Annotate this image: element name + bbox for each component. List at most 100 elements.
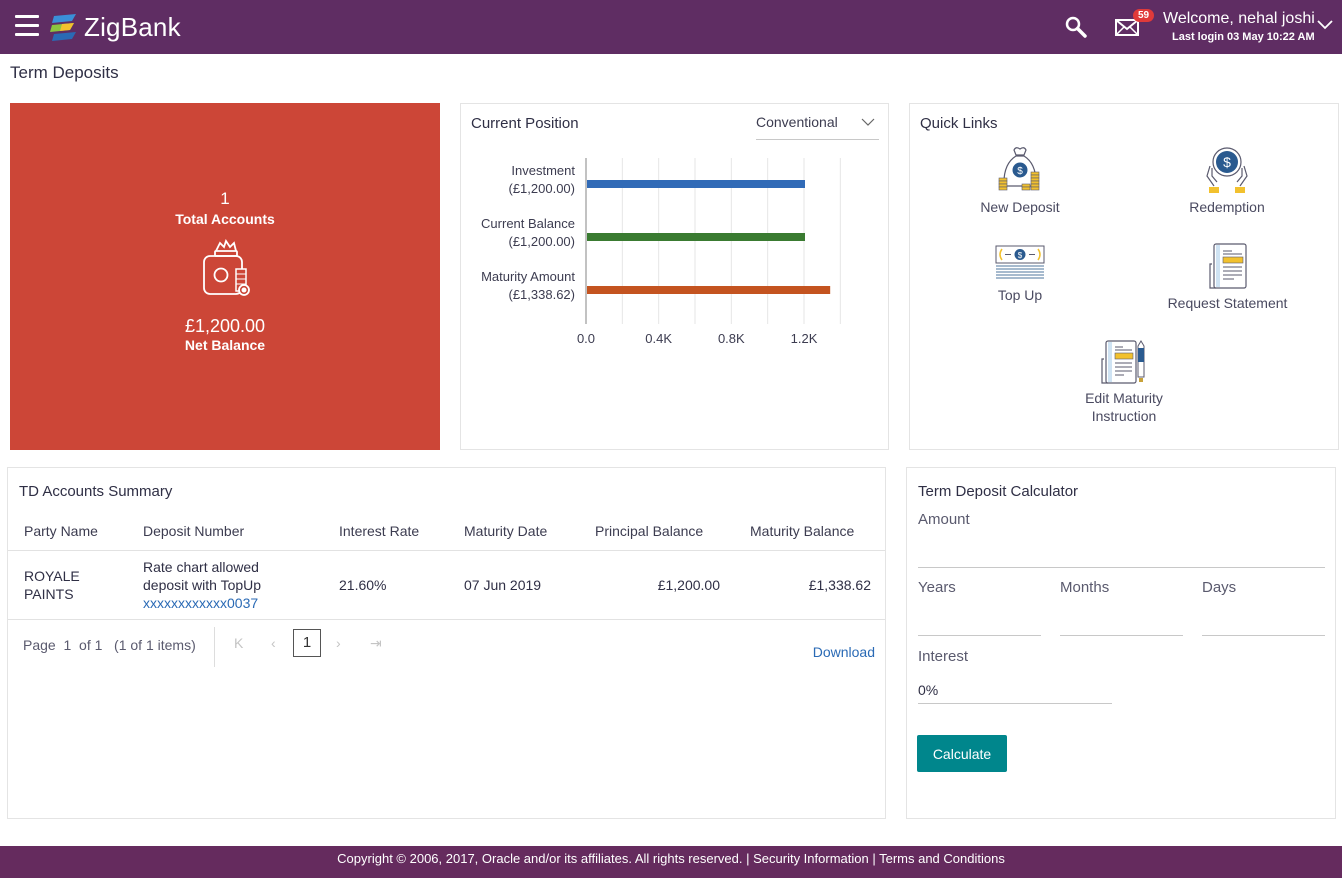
cash-stack-icon: $: [995, 245, 1045, 279]
money-bag-icon: $: [998, 147, 1040, 191]
next-page-icon[interactable]: ›: [336, 635, 341, 651]
chart-category-label: Maturity Amount: [481, 269, 575, 284]
party-name-line1: ROYALE: [24, 567, 80, 584]
quick-link-label: New Deposit: [980, 199, 1060, 215]
first-page-icon[interactable]: K: [234, 635, 243, 651]
party-name-line2: PAINTS: [24, 585, 74, 602]
years-input[interactable]: [918, 608, 1041, 636]
last-page-icon[interactable]: ⇥: [370, 635, 382, 652]
months-label: Months: [1060, 579, 1110, 596]
brand-logo[interactable]: ZigBank: [48, 11, 181, 43]
column-header[interactable]: Deposit Number: [127, 512, 323, 551]
footer-separator: |: [868, 851, 880, 866]
quick-link-top-up[interactable]: $ Top Up: [960, 242, 1080, 304]
party-name-cell: ROYALE PAINTS: [8, 550, 127, 620]
days-input[interactable]: [1202, 608, 1325, 636]
months-input[interactable]: [1060, 608, 1183, 636]
table-row: ROYALE PAINTS Rate chart allowed deposit…: [8, 550, 885, 620]
download-link[interactable]: Download: [813, 644, 875, 660]
maturity-date-cell: 07 Jun 2019: [448, 550, 579, 620]
brand-name: ZigBank: [84, 11, 181, 42]
deposit-number-cell: Rate chart allowed deposit with TopUp xx…: [127, 550, 323, 620]
page-title: Term Deposits: [10, 63, 119, 82]
summary-tile: 1 Total Accounts £1,200.00 Net Balance: [10, 103, 440, 450]
column-header[interactable]: Maturity Date: [448, 512, 579, 551]
calculator-title: Term Deposit Calculator: [918, 483, 1079, 500]
column-header[interactable]: Principal Balance: [579, 512, 734, 551]
td-accounts-table: Party Name Deposit Number Interest Rate …: [8, 512, 885, 620]
edit-document-icon: [1101, 340, 1145, 384]
chart-category-value-label: (£1,200.00): [509, 234, 576, 249]
maturity-balance-cell: £1,338.62: [734, 550, 885, 620]
chart-bar: [587, 180, 805, 188]
deposit-number-link[interactable]: xxxxxxxxxxxx0037: [143, 594, 323, 612]
deposit-product-line2: deposit with TopUp: [143, 576, 262, 593]
total-accounts-label: Total Accounts: [175, 211, 275, 227]
amount-label: Amount: [918, 511, 970, 528]
coin-hands-icon: $: [1206, 147, 1248, 193]
column-header[interactable]: Interest Rate: [323, 512, 448, 551]
previous-page-icon[interactable]: ‹: [271, 635, 276, 651]
chart-bar: [587, 286, 831, 294]
quick-link-edit-maturity-instruction[interactable]: Edit Maturity Instruction: [1064, 339, 1184, 425]
total-accounts-count: 1: [220, 189, 230, 208]
notification-badge[interactable]: 59: [1133, 9, 1155, 22]
chart-category-label: Current Balance: [481, 216, 575, 231]
last-login-text: Last login 03 May 10:22 AM: [1172, 31, 1315, 43]
piggy-jar-icon: [203, 239, 250, 296]
current-page-button[interactable]: 1: [293, 629, 321, 657]
svg-text:$: $: [1018, 251, 1023, 260]
chart-category-value-label: (£1,200.00): [509, 181, 576, 196]
statement-icon: [1208, 243, 1247, 289]
security-information-link[interactable]: Security Information: [753, 851, 869, 866]
copyright-text: Copyright © 2006, 2017, Oracle and/or it…: [337, 851, 754, 866]
interest-label: Interest: [918, 648, 969, 665]
days-label: Days: [1202, 579, 1237, 596]
principal-balance-cell: £1,200.00: [579, 550, 734, 620]
hamburger-menu-icon[interactable]: [15, 15, 39, 37]
current-position-chart: Investment (£1,200.00) Current Balance (£1,…: [481, 158, 841, 346]
quick-link-label: Request Statement: [1167, 295, 1288, 311]
pager-divider: [214, 627, 215, 667]
pager-info: Page 1 of 1 (1 of 1 items): [23, 637, 196, 653]
calculate-button[interactable]: Calculate: [917, 735, 1007, 772]
interest-input[interactable]: [918, 676, 1112, 704]
terms-and-conditions-link[interactable]: Terms and Conditions: [879, 851, 1005, 866]
chart-x-tick-label: 1.2K: [791, 331, 818, 346]
quick-link-label-line2: Instruction: [1091, 408, 1157, 424]
quick-link-request-statement[interactable]: Request Statement: [1160, 242, 1295, 312]
quick-link-label-line1: Edit Maturity: [1085, 390, 1163, 406]
quick-link-label: Top Up: [997, 287, 1043, 303]
chart-category-label: Investment: [511, 163, 575, 178]
td-summary-title: TD Accounts Summary: [19, 483, 173, 500]
footer: Copyright © 2006, 2017, Oracle and/or it…: [0, 846, 1342, 878]
column-header[interactable]: Party Name: [8, 512, 127, 551]
chart-bar: [587, 233, 805, 241]
quick-link-new-deposit[interactable]: $ New Deposit: [960, 146, 1080, 216]
term-deposit-calculator-card: Term Deposit Calculator Amount Years Mon…: [906, 467, 1336, 819]
net-balance-label: Net Balance: [184, 337, 266, 353]
current-position-card: Current Position Conventional Investment…: [460, 103, 889, 450]
top-bar: ZigBank 59 Welcome, nehal joshi Last log…: [0, 0, 1342, 54]
svg-text:$: $: [1017, 166, 1023, 177]
quick-link-label: Redemption: [1189, 199, 1265, 215]
pagination: Page 1 of 1 (1 of 1 items) K ‹ 1 › ⇥ Dow…: [8, 623, 885, 669]
interest-rate-cell: 21.60%: [323, 550, 448, 620]
quick-links-card: Quick Links $ New Deposit $ Redemption $…: [909, 103, 1339, 450]
years-label: Years: [918, 579, 956, 596]
net-balance-amount: £1,200.00: [184, 316, 266, 336]
quick-link-label: Edit Maturity Instruction: [1064, 389, 1184, 425]
chart-x-tick-label: 0.4K: [645, 331, 672, 346]
amount-input[interactable]: [918, 540, 1325, 568]
table-header-row: Party Name Deposit Number Interest Rate …: [8, 512, 885, 551]
chevron-down-icon[interactable]: [1316, 17, 1334, 31]
quick-link-redemption[interactable]: $ Redemption: [1167, 146, 1287, 216]
search-icon[interactable]: [1064, 15, 1088, 39]
column-header[interactable]: Maturity Balance: [734, 512, 885, 551]
welcome-text[interactable]: Welcome, nehal joshi: [1163, 10, 1315, 28]
chart-category-value-label: (£1,338.62): [509, 287, 576, 302]
td-accounts-summary-card: TD Accounts Summary Party Name Deposit N…: [7, 467, 886, 819]
zigbank-logo-icon: [50, 14, 76, 41]
quick-links-title: Quick Links: [920, 115, 998, 132]
chart-x-tick-label: 0.0: [577, 331, 595, 346]
